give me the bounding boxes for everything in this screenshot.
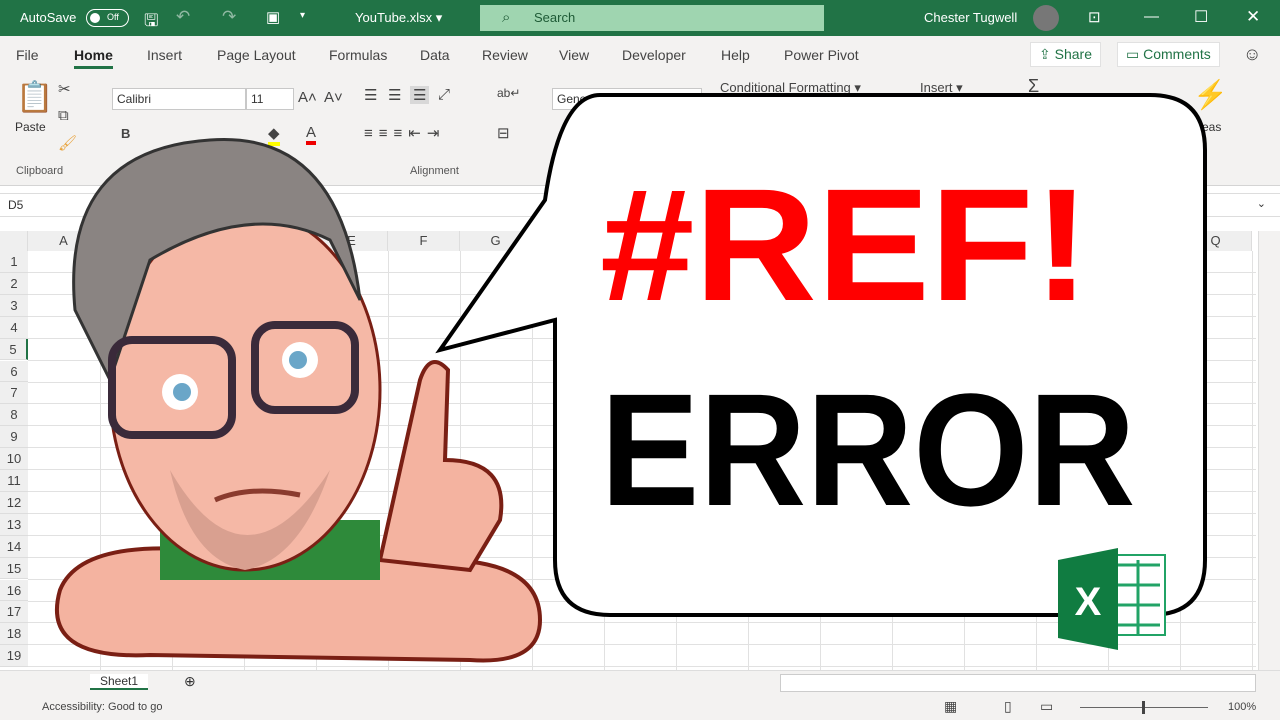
subline-text: ERROR xyxy=(601,360,1136,539)
excel-logo: X xyxy=(1058,548,1166,650)
cartoon-character xyxy=(54,137,543,663)
thumbnail-overlay: X #REF! ERROR xyxy=(54,93,1207,663)
headline-text: #REF! xyxy=(600,155,1090,334)
svg-text:X: X xyxy=(1075,580,1102,624)
